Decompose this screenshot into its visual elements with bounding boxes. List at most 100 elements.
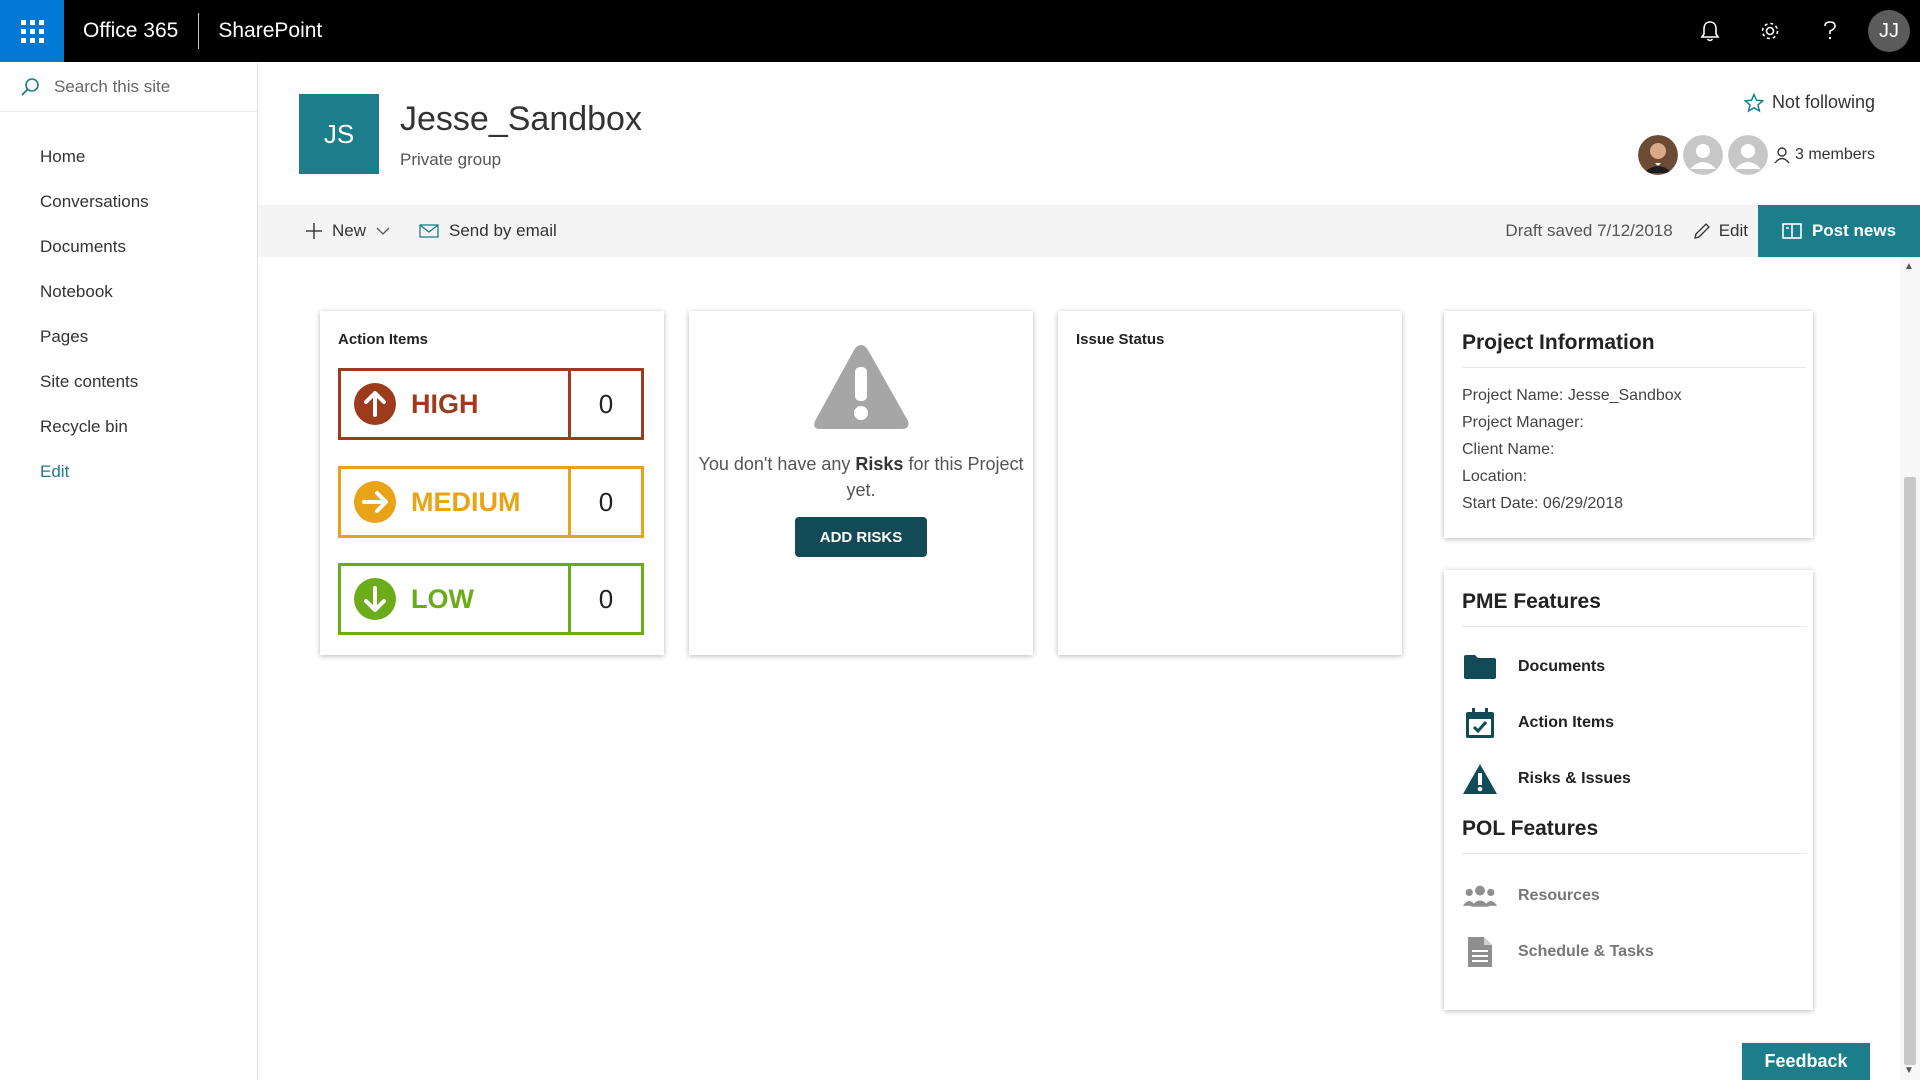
search-icon [21, 77, 39, 96]
project-info-title: Project Information [1462, 311, 1806, 368]
location-line: Location: [1462, 468, 1527, 485]
action-items-card: Action Items HIGH 0 MEDIUM 0 LOW 0 [320, 311, 664, 655]
search-input[interactable]: Search this site [54, 77, 170, 97]
suite-bar: Office 365 SharePoint JJ [0, 0, 1920, 62]
feature-action-items[interactable]: Action Items [1444, 695, 1813, 751]
priority-low-count: 0 [568, 566, 641, 632]
nav-item-recycle-bin[interactable]: Recycle bin [0, 404, 257, 449]
person-outline-icon [1774, 147, 1790, 164]
post-news-button[interactable]: Post news [1758, 205, 1920, 257]
warning-icon [1463, 764, 1497, 794]
scroll-up-icon[interactable]: ▲ [1904, 261, 1914, 272]
pme-features-title: PME Features [1462, 570, 1806, 627]
calendar-check-icon [1466, 708, 1494, 738]
app-launcher-button[interactable] [0, 0, 64, 62]
nav-item-pages[interactable]: Pages [0, 314, 257, 359]
site-header: JS Jesse_Sandbox Private group Not follo… [258, 62, 1920, 205]
post-news-label: Post news [1811, 221, 1897, 240]
feature-documents[interactable]: Documents [1444, 639, 1813, 695]
left-navigation: Search this site Home Conversations Docu… [0, 62, 258, 1080]
feature-schedule-tasks[interactable]: Schedule & Tasks [1444, 924, 1813, 980]
issue-status-title: Issue Status [1076, 331, 1165, 348]
star-icon [1743, 92, 1764, 113]
nav-item-home[interactable]: Home [0, 134, 257, 179]
plus-icon [306, 223, 322, 239]
user-avatar[interactable]: JJ [1868, 10, 1910, 52]
news-icon [1782, 223, 1802, 239]
mail-icon [419, 224, 439, 238]
issue-status-card: Issue Status [1058, 311, 1402, 655]
arrow-down-circle-icon [354, 578, 396, 620]
project-info-card: Project Information Project Name: Jesse_… [1444, 311, 1813, 538]
nav-edit-link[interactable]: Edit [0, 449, 257, 494]
site-logo[interactable]: JS [299, 94, 379, 174]
office365-link[interactable]: Office 365 [83, 19, 178, 43]
draft-status: Draft saved 7/12/2018 [1505, 221, 1673, 240]
nav-list: Home Conversations Documents Notebook Pa… [0, 134, 257, 494]
new-button[interactable]: New [305, 205, 399, 257]
pol-features-title: POL Features [1462, 807, 1806, 854]
member-avatar-photo[interactable] [1637, 135, 1678, 175]
edit-label: Edit [1718, 221, 1748, 240]
settings-button[interactable] [1740, 0, 1800, 62]
people-group-icon [1462, 885, 1498, 907]
members-label: 3 members [1794, 146, 1875, 163]
arrow-right-circle-icon [354, 481, 396, 523]
sharepoint-link[interactable]: SharePoint [218, 19, 322, 43]
priority-low-row[interactable]: LOW 0 [338, 563, 644, 635]
nav-item-conversations[interactable]: Conversations [0, 179, 257, 224]
follow-button[interactable]: Not following [1743, 92, 1875, 113]
scroll-thumb[interactable] [1904, 477, 1916, 1065]
new-label: New [332, 221, 367, 240]
site-title[interactable]: Jesse_Sandbox [400, 100, 642, 139]
pencil-icon [1693, 223, 1710, 239]
nav-item-documents[interactable]: Documents [0, 224, 257, 269]
priority-medium-count: 0 [568, 469, 641, 535]
document-icon [1468, 937, 1492, 967]
site-search-box[interactable]: Search this site [0, 62, 257, 112]
priority-high-row[interactable]: HIGH 0 [338, 368, 644, 440]
help-icon [1824, 21, 1836, 40]
edit-page-button[interactable]: Edit [1693, 205, 1748, 257]
action-items-title: Action Items [338, 331, 429, 348]
site-subtitle: Private group [400, 150, 502, 169]
add-risks-button[interactable]: ADD RISKS [795, 517, 927, 557]
chevron-down-icon [376, 227, 390, 235]
warning-icon [814, 345, 909, 429]
priority-medium-row[interactable]: MEDIUM 0 [338, 466, 644, 538]
command-bar: New Send by email Draft saved 7/12/2018 … [258, 205, 1920, 257]
page-scrollbar[interactable]: ▲ ▼ [1900, 257, 1920, 1080]
waffle-icon [20, 19, 44, 43]
nav-item-notebook[interactable]: Notebook [0, 269, 257, 314]
bell-icon [1700, 21, 1720, 42]
member-avatar-placeholder[interactable] [1727, 135, 1768, 175]
start-date-line: Start Date: 06/29/2018 [1462, 495, 1623, 512]
feature-risks-issues[interactable]: Risks & Issues [1444, 751, 1813, 807]
feedback-button[interactable]: Feedback [1742, 1043, 1870, 1080]
project-manager-line: Project Manager: [1462, 414, 1584, 431]
scroll-down-icon[interactable]: ▼ [1904, 1065, 1914, 1076]
priority-high-count: 0 [568, 371, 641, 437]
member-avatar-placeholder[interactable] [1682, 135, 1723, 175]
follow-label: Not following [1771, 92, 1875, 112]
notifications-button[interactable] [1680, 0, 1740, 62]
client-name-line: Client Name: [1462, 441, 1555, 458]
suite-divider [198, 13, 200, 49]
members-area[interactable]: 3 members [1633, 135, 1875, 175]
feature-resources[interactable]: Resources [1444, 868, 1813, 924]
person-icon [1682, 135, 1723, 175]
no-risks-message: You don't have any Risks for this Projec… [698, 454, 1024, 500]
arrow-up-circle-icon [354, 383, 396, 425]
priority-medium-label: MEDIUM [411, 486, 521, 517]
members-count[interactable]: 3 members [1774, 146, 1875, 164]
project-name-line: Project Name: Jesse_Sandbox [1462, 387, 1682, 404]
priority-low-label: LOW [411, 583, 474, 614]
send-by-email-label: Send by email [449, 221, 557, 240]
send-by-email-button[interactable]: Send by email [419, 205, 557, 257]
nav-item-site-contents[interactable]: Site contents [0, 359, 257, 404]
help-button[interactable] [1800, 0, 1860, 62]
features-card: PME Features Documents Action Items Risk… [1444, 570, 1813, 1010]
risks-card: You don't have any Risks for this Projec… [689, 311, 1033, 655]
folder-icon [1464, 655, 1496, 679]
person-icon [1727, 135, 1768, 175]
